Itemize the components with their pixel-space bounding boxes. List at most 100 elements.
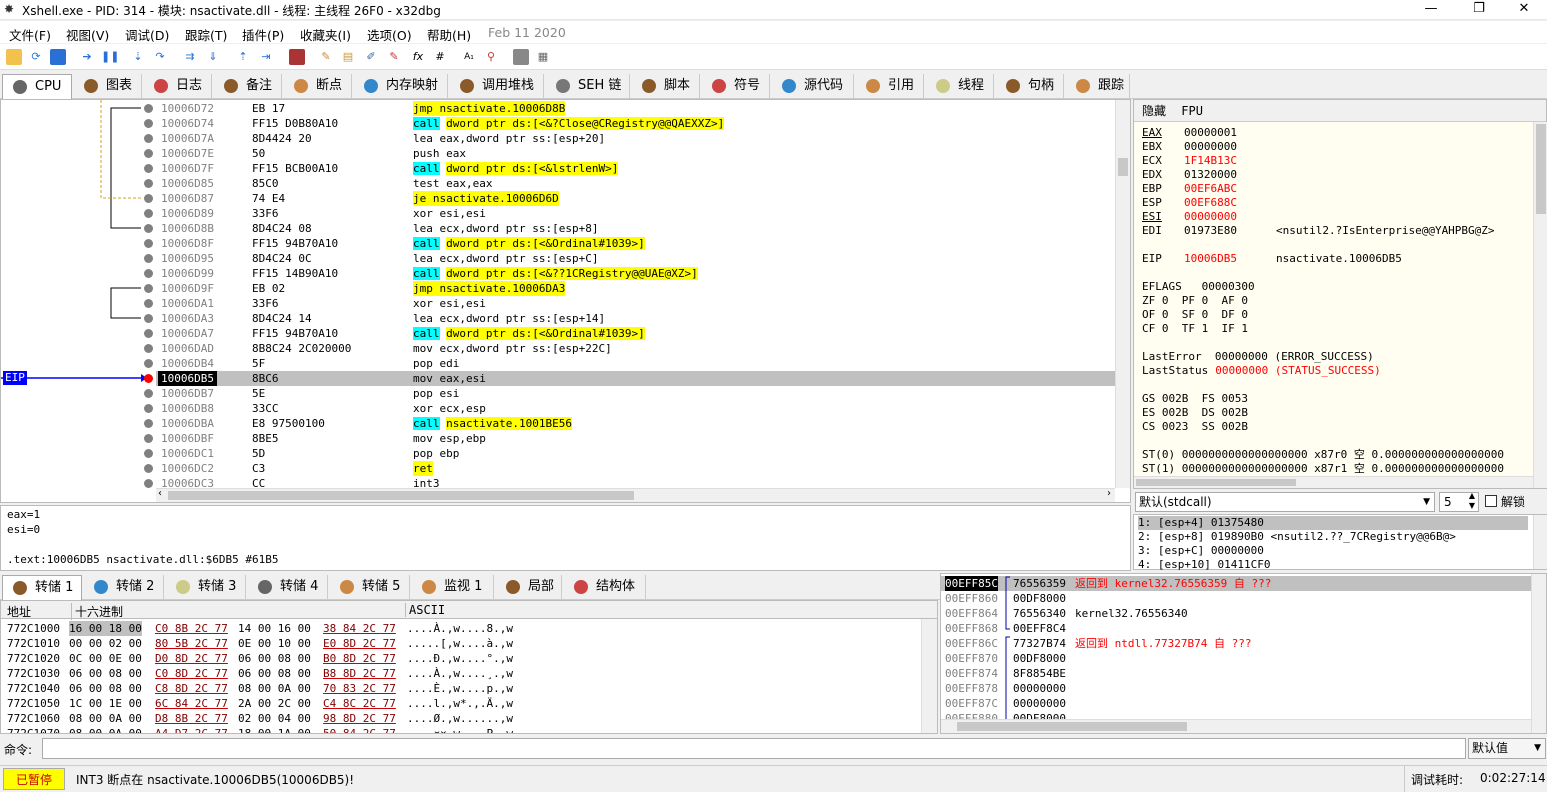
breakpoint-dot[interactable] — [144, 419, 153, 428]
disasm-row[interactable]: 10006DB7 5E pop esi — [156, 386, 1116, 401]
tab-trace[interactable]: 跟踪 — [1066, 74, 1130, 99]
scroll-left-icon[interactable]: ‹ — [158, 488, 162, 499]
calling-convention-select[interactable]: 默认(stdcall) ▼ — [1135, 492, 1435, 512]
segment-row[interactable]: ES 002B DS 002B — [1142, 406, 1248, 420]
tab-dump-5[interactable]: 转储 5 — [330, 575, 410, 600]
regs-hscroll[interactable] — [1134, 476, 1533, 488]
pause-icon[interactable]: ❚❚ — [101, 49, 119, 65]
fpu-st-row[interactable]: ST(1) 0000000000000000000 x87r1 空 0.0000… — [1142, 462, 1504, 476]
command-mode-select[interactable]: 默认值 ▼ — [1468, 738, 1546, 759]
disasm-row[interactable]: 10006DC2 C3 ret — [156, 461, 1116, 476]
registers-pane[interactable]: 隐藏 FPU EAX 00000001 EBX 00000000 ECX 1F14B13C… — [1133, 99, 1547, 489]
breakpoint-dot[interactable] — [144, 239, 153, 248]
dump-row[interactable]: 772C1000 16 00 18 00 C0 8B 2C 77 14 00 16 0… — [1, 621, 921, 636]
tab-memory-map[interactable]: 内存映射 — [354, 74, 448, 99]
segment-row[interactable]: GS 002B FS 0053 — [1142, 392, 1248, 406]
tab-notes[interactable]: 备注 — [214, 74, 282, 99]
menu-favourites[interactable]: 收藏夹(I) — [300, 25, 351, 44]
stop-icon[interactable] — [50, 49, 66, 65]
disasm-row[interactable]: 10006DA3 8D4C24 14 lea ecx,dword ptr ss:[e… — [156, 311, 1116, 326]
dump-row[interactable]: 772C1050 1C 00 1E 00 6C 84 2C 77 2A 00 2C 0… — [1, 696, 921, 711]
step-into-icon[interactable]: ⇣ — [130, 49, 146, 65]
stack-vscroll[interactable] — [1531, 574, 1546, 733]
scroll-right-icon[interactable]: › — [1107, 488, 1111, 499]
step-over-icon[interactable]: ↷ — [152, 49, 168, 65]
breakpoint-dot[interactable] — [144, 104, 153, 113]
stack-view[interactable]: 00EFF85C 76556359 返回到 kernel32.76556359 自 … — [940, 573, 1547, 734]
disasm-row[interactable]: 10006DBA E8 97500100 call nsactivate.1001B… — [156, 416, 1116, 431]
register-row[interactable]: ESP 00EF688C — [1142, 196, 1237, 210]
disasm-row[interactable]: 10006D72 EB 17 jmp nsactivate.10006D8B — [156, 101, 1116, 116]
stack-row[interactable]: 00EFF874 8F8854BE — [941, 666, 1531, 681]
breakpoint-dot[interactable] — [144, 389, 153, 398]
tab-references[interactable]: 引用 — [856, 74, 924, 99]
flags-row[interactable]: EFLAGS 00000300 — [1142, 280, 1255, 294]
breakpoint-dot[interactable] — [144, 314, 153, 323]
tab-handles[interactable]: 句柄 — [996, 74, 1064, 99]
breakpoint-dot[interactable] — [144, 269, 153, 278]
tab-dump-1[interactable]: 转储 1 — [2, 575, 82, 601]
menu-file[interactable]: 文件(F) — [9, 25, 51, 44]
breakpoint-dot[interactable] — [144, 254, 153, 263]
open-icon[interactable] — [6, 49, 22, 65]
register-row-eip[interactable]: EIP 10006DB5 nsactivate.10006DB5 — [1142, 252, 1402, 266]
menu-plugins[interactable]: 插件(P) — [242, 25, 284, 44]
breakpoint-dot[interactable] — [144, 329, 153, 338]
breakpoint-dot[interactable] — [144, 479, 153, 488]
breakpoint-dot[interactable] — [144, 179, 153, 188]
disasm-row[interactable]: 10006D87 74 E4 je nsactivate.10006D6D — [156, 191, 1116, 206]
breakpoint-dot[interactable] — [144, 194, 153, 203]
stack-row[interactable]: 00EFF85C 76556359 返回到 kernel32.76556359 自 … — [941, 576, 1531, 591]
tab-symbols[interactable]: 符号 — [702, 74, 770, 99]
settings-icon[interactable]: ▦ — [535, 49, 551, 65]
menu-trace[interactable]: 跟踪(T) — [185, 25, 227, 44]
flags-row[interactable]: OF 0 SF 0 DF 0 — [1142, 308, 1248, 322]
disasm-row[interactable]: 10006D89 33F6 xor esi,esi — [156, 206, 1116, 221]
scylla-icon[interactable] — [289, 49, 305, 65]
disasm-row[interactable]: 10006DA1 33F6 xor esi,esi — [156, 296, 1116, 311]
stack-row[interactable]: 00EFF87C 00000000 — [941, 696, 1531, 711]
tab-breakpoints[interactable]: 断点 — [284, 74, 352, 99]
dump-row[interactable]: 772C1070 08 00 0A 00 A4 D7 2C 77 18 00 1A 0… — [1, 726, 921, 733]
hide-fpu-toggle[interactable]: 隐藏 — [1142, 104, 1166, 118]
calculator-icon[interactable] — [513, 49, 529, 65]
breakpoint-dot[interactable] — [144, 434, 153, 443]
stack-argument-row[interactable]: 2: [esp+8] 019890B0 <nsutil2.??_7CRegist… — [1138, 530, 1528, 544]
breakpoint-dot[interactable] — [144, 134, 153, 143]
disasm-row[interactable]: 10006DAD 8B8C24 2C020000 mov ecx,dword ptr… — [156, 341, 1116, 356]
disasm-vscroll[interactable] — [1115, 100, 1130, 488]
restart-icon[interactable]: ⟳ — [28, 49, 44, 65]
breakpoint-dot[interactable] — [144, 464, 153, 473]
disasm-row[interactable]: 10006DBF 8BE5 mov esp,ebp — [156, 431, 1116, 446]
tab-locals[interactable]: 局部 — [496, 575, 562, 600]
run-icon[interactable]: ➔ — [79, 49, 95, 65]
tab-call-stack[interactable]: 调用堆栈 — [450, 74, 544, 99]
register-row[interactable]: EBP 00EF6ABC — [1142, 182, 1237, 196]
register-row[interactable]: ECX 1F14B13C — [1142, 154, 1237, 168]
menu-view[interactable]: 视图(V) — [66, 25, 109, 44]
tab-graph[interactable]: 图表 — [74, 74, 142, 99]
stack-hscroll[interactable] — [941, 719, 1531, 733]
menu-debug[interactable]: 调试(D) — [125, 25, 169, 44]
args-vscroll[interactable] — [1533, 515, 1547, 569]
register-row[interactable]: EDX 01320000 — [1142, 168, 1237, 182]
scroll-thumb[interactable] — [168, 491, 634, 500]
stack-row[interactable]: 00EFF860 00DF8000 — [941, 591, 1531, 606]
disasm-row[interactable]: 10006D9F EB 02 jmp nsactivate.10006DA3 — [156, 281, 1116, 296]
run-to-user-icon[interactable]: ⇡ — [235, 49, 251, 65]
comment-icon[interactable]: ✎ — [318, 49, 334, 65]
dump-row[interactable]: 772C1060 08 00 0A 00 D8 8B 2C 77 02 00 04 0… — [1, 711, 921, 726]
dump-row[interactable]: 772C1020 0C 00 0E 00 D0 8D 2C 77 06 00 08 0… — [1, 651, 921, 666]
scroll-thumb[interactable] — [1118, 158, 1128, 176]
register-row[interactable]: EBX 00000000 — [1142, 140, 1237, 154]
disasm-row[interactable]: 10006D7E 50 push eax — [156, 146, 1116, 161]
disasm-row[interactable]: 10006DB5 8BC6 mov eax,esi — [156, 371, 1116, 386]
command-input[interactable] — [42, 738, 1466, 759]
tab-dump-3[interactable]: 转储 3 — [166, 575, 246, 600]
disasm-row[interactable]: 10006DC1 5D pop ebp — [156, 446, 1116, 461]
dump-row[interactable]: 772C1040 06 00 08 00 C8 8D 2C 77 08 00 0A 0… — [1, 681, 921, 696]
disasm-row[interactable]: 10006D85 85C0 test eax,eax — [156, 176, 1116, 191]
spinner-arrows-icon[interactable]: ▲ ▼ — [1469, 491, 1475, 511]
stack-row[interactable]: 00EFF880 00DF8000 — [941, 711, 1531, 719]
stack-argument-row[interactable]: 4: [esp+10] 01411CF0 — [1138, 558, 1528, 572]
